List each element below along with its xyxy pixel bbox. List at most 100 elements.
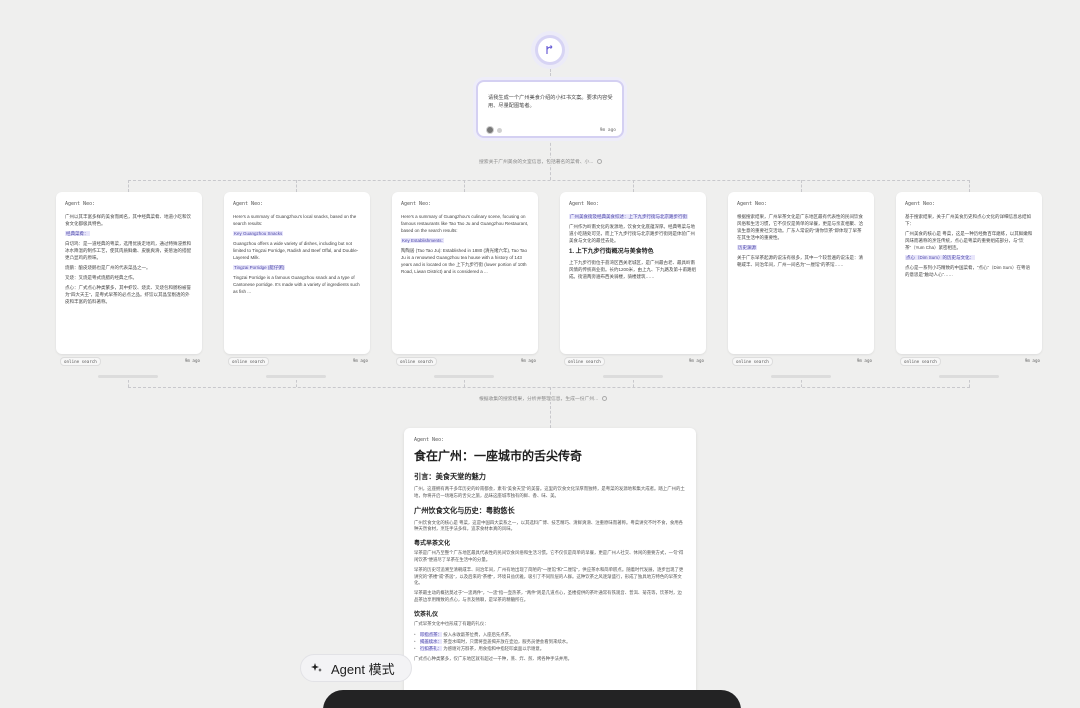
connector xyxy=(128,180,129,192)
card-text: 关于广东早茶起源的说法有很多，其中一个较普遍的说法是：清朝咸丰、同治年间，广州一… xyxy=(737,255,863,267)
agent-mode-label: Agent 模式 xyxy=(331,661,395,677)
avatar xyxy=(486,126,494,134)
list-item: 揭盖续水： 茶壶水喝时，只需将壶盖揭开放在壶边，服务员便会看到来续水。 xyxy=(414,638,686,645)
connector xyxy=(633,380,634,387)
section-paragraph: 早茶是广州乃至整个广东地区最具代表性的民间饮食风俗和生活习惯。它不仅仅是简单的早… xyxy=(414,550,684,562)
subsection-heading: 饮茶礼仪 xyxy=(414,611,439,618)
agent-card-2[interactable]: Agent Neo: Here's a summary of Guangzhou… xyxy=(224,192,370,354)
online-search-tag[interactable]: online search xyxy=(60,357,101,366)
section-heading: 广州饮食文化与历史：粤韵悠长 xyxy=(414,505,515,515)
list-item-value: 为感谢对方斟茶，用食指和中指轻叩桌面以示谢意。 xyxy=(443,645,545,651)
card-time: 9m ago xyxy=(520,358,536,363)
card-footer: online search 9m ago xyxy=(896,357,1042,367)
list-item-value: 按入永收敲茶位费，入座后先点茶。 xyxy=(443,631,514,637)
connector xyxy=(464,380,465,387)
agent-name: Agent Neo: xyxy=(414,437,445,443)
card-footer: online search 9m ago xyxy=(560,357,706,367)
final-document-card[interactable]: Agent Neo: 食在广州：一座城市的舌尖传奇 引言：美食天堂的魅力 广州，… xyxy=(404,428,696,708)
section-heading: 引言：美食天堂的魅力 xyxy=(414,472,486,481)
agent-name: Agent Neo: xyxy=(905,201,936,207)
user-prompt-card[interactable]: 请我生成一个广州美食介绍的小红书文案。要求内容受用、尽量配图笔者。 9m ago xyxy=(476,80,624,138)
drag-handle[interactable] xyxy=(603,375,663,378)
drag-handle[interactable] xyxy=(771,375,831,378)
card-text: 广州以其丰富多样的美食而闻名，其中经典菜肴、地道小吃和饮食文化都极具特色。 xyxy=(65,214,191,226)
card-text: 广州美食的核心是 粤菜，这是一种历经数百年磨练，以其鲜嫩和风味而著称的烹饪传统，… xyxy=(905,231,1033,250)
section-paragraph: 早茶最主动的概括莫过于“一盅两件”，“一盅”指一壶热茶，“两件”则是几道点心，圣… xyxy=(414,590,682,602)
card-heading: 1. 上下九步行街概况与美食特色 xyxy=(569,249,654,255)
section-paragraph: 广式早茶文化中也形成了有趣的礼仪： xyxy=(414,620,489,626)
card-text: 上下九步行街位于荔湾区西关老城区，是广州最古老、最具岭南风情的传统商业街。长约1… xyxy=(569,260,697,279)
card-time: 9m ago xyxy=(352,358,368,363)
card-text: 叉烧：叉烧是粤式烧腊的经典之作。 xyxy=(65,275,137,280)
card-text: 陶陶居 (Tao Tao Ju): Established in 1880 (清… xyxy=(401,248,528,274)
drag-handle[interactable] xyxy=(939,375,999,378)
drag-handle[interactable] xyxy=(98,375,158,378)
document-title: 食在广州：一座城市的舌尖传奇 xyxy=(414,449,583,463)
connector xyxy=(969,380,970,387)
agent-card-6[interactable]: Agent Neo: 基于搜索结果，关于广州美食历史和点心文化的详细信息总结如下… xyxy=(896,192,1042,354)
prompt-text: 请我生成一个广州美食介绍的小红书文案。要求内容受用、尽量配图笔者。 xyxy=(488,95,613,109)
agent-name: Agent Neo: xyxy=(401,201,432,207)
agent-mode-button[interactable]: Agent 模式 xyxy=(300,654,412,682)
sparkle-icon xyxy=(311,663,322,672)
agent-name: Agent Neo: xyxy=(233,201,264,207)
card-highlight: Tingzai Porridge (艇仔粥) xyxy=(233,265,286,270)
connector xyxy=(969,180,970,192)
card-highlight: 点心（Dim Sum）的历史与文化： xyxy=(905,255,975,260)
connector xyxy=(801,380,802,387)
card-footer: online search 9m ago xyxy=(728,357,874,367)
card-time: 9m ago xyxy=(856,358,872,363)
info-icon xyxy=(597,159,603,165)
list-item-key: 揭盖续水： xyxy=(420,638,442,644)
card-time: 9m ago xyxy=(688,358,704,363)
drag-handle[interactable] xyxy=(434,375,494,378)
online-search-tag[interactable]: online search xyxy=(900,357,941,366)
card-time: 9m ago xyxy=(184,358,200,363)
card-text: 点心是一系列小巧精致的中国菜肴，“点心”（Dim Sum）在粤语的意思是“触动人… xyxy=(905,265,1030,277)
list-item: 叩指点茶： 按入永收敲茶位费，入座后先点茶。 xyxy=(414,631,686,638)
connector xyxy=(633,180,634,192)
agent-card-4[interactable]: Agent Neo: 广州美食街及经典美食综述：上下九步行街与北京路步行街 广州… xyxy=(560,192,706,354)
connector xyxy=(128,380,129,387)
workflow-canvas: 请我生成一个广州美食介绍的小红书文案。要求内容受用、尽量配图笔者。 9m ago… xyxy=(0,0,1080,708)
card-highlight: Key Establishments: xyxy=(401,238,444,243)
connector xyxy=(550,65,551,80)
online-search-tag[interactable]: online search xyxy=(396,357,437,366)
drag-handle[interactable] xyxy=(266,375,326,378)
online-search-tag[interactable]: online search xyxy=(228,357,269,366)
card-text: 基于搜索结果，关于广州美食历史和点心文化的详细信息总结如下： xyxy=(905,214,1031,226)
section-paragraph: 广州饮食文化的核心是 粤菜，这是中国四大菜系之一，以其选料广博、技艺精巧、清鲜爽… xyxy=(414,519,684,532)
search-step-text: 搜索关于广州美食的文室信息，包括著名的菜肴、小... xyxy=(479,160,594,165)
section-paragraph: 广式点心种类繁多，仅广东地区就有超过一千种，蒸、炸、煎、烤各种手法并用。 xyxy=(414,655,573,661)
card-highlight: 广州美食街及经典美食综述：上下九步行街与北京路步行街 xyxy=(569,214,688,219)
agent-card-5[interactable]: Agent Neo: 根据搜索结果，广州早茶文化是广东地区最有代表性的民间饮食风… xyxy=(728,192,874,354)
subsection-heading: 粤式早茶文化 xyxy=(414,541,451,548)
card-time: 9m ago xyxy=(1024,358,1040,363)
agent-root-icon[interactable] xyxy=(535,35,565,65)
connector xyxy=(128,180,970,181)
card-text: Here's a summary of Guangzhou's local sn… xyxy=(233,214,357,226)
section-paragraph: 广州，这座拥有两千多年历史的岭南都会，素有“美食天堂”的美誉。这里的饮食文化深厚… xyxy=(414,486,685,498)
card-highlight: Key Guangzhou Snacks xyxy=(233,231,284,236)
connector xyxy=(801,180,802,192)
status-dot xyxy=(497,128,502,133)
info-icon xyxy=(602,396,608,402)
list-item-key: 行扣茶礼： xyxy=(420,645,442,651)
compose-step-label[interactable]: 根据收集的搜索结果，分析并整理信息，生成一份广州... xyxy=(476,395,611,402)
card-highlight: 历史渊源 xyxy=(737,245,757,250)
agent-card-3[interactable]: Agent Neo: Here's a summary of Guangzhou… xyxy=(392,192,538,354)
card-text: 根据搜索结果，广州早茶文化是广东地区最有代表性的民间饮食风俗和生活习惯，它不仅仅… xyxy=(737,214,863,240)
card-footer: online search 9m ago xyxy=(392,357,538,367)
compose-step-text: 根据收集的搜索结果，分析并整理信息，生成一份广州... xyxy=(479,397,599,402)
branch-icon xyxy=(546,45,553,54)
bottom-input-bar[interactable] xyxy=(323,690,741,708)
card-footer: online search 9m ago xyxy=(224,357,370,367)
agent-name: Agent Neo: xyxy=(569,201,600,207)
agent-card-1[interactable]: Agent Neo: 广州以其丰富多样的美食而闻名，其中经典菜肴、地道小吃和饮食… xyxy=(56,192,202,354)
search-step-label[interactable]: 搜索关于广州美食的文室信息，包括著名的菜肴、小... xyxy=(476,158,606,165)
online-search-tag[interactable]: online search xyxy=(732,357,773,366)
card-text: Guangzhou offers a wide variety of dishe… xyxy=(233,241,359,260)
list-item-key: 叩指点茶： xyxy=(420,631,442,637)
connector xyxy=(464,180,465,192)
online-search-tag[interactable]: online search xyxy=(564,357,605,366)
